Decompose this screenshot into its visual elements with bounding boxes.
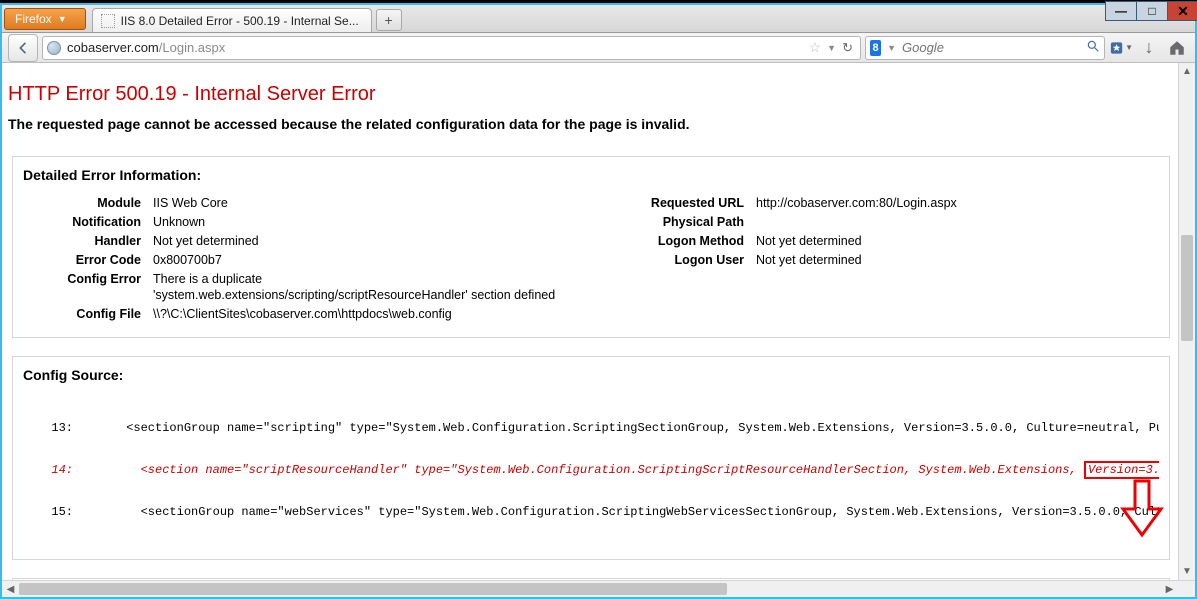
value-notification: Unknown xyxy=(153,214,576,231)
downloads-button[interactable]: ↓ xyxy=(1137,36,1161,60)
window-minimize-button[interactable]: — xyxy=(1105,1,1137,21)
chevron-down-icon: ▼ xyxy=(58,14,67,24)
config-source-heading: Config Source: xyxy=(23,367,1159,383)
search-box[interactable]: 8 ▼ xyxy=(865,36,1105,60)
scroll-down-button[interactable]: ▼ xyxy=(1179,563,1195,580)
value-config-file: \\?\C:\ClientSites\cobaserver.com\httpdo… xyxy=(153,306,576,323)
value-handler: Not yet determined xyxy=(153,233,576,250)
scroll-up-button[interactable]: ▲ xyxy=(1179,63,1195,80)
vertical-scrollbar[interactable]: ▲ ▼ xyxy=(1178,63,1195,580)
value-module: IIS Web Core xyxy=(153,195,576,212)
search-icon[interactable] xyxy=(1086,39,1100,56)
window-maximize-button[interactable]: □ xyxy=(1136,1,1168,21)
scroll-left-button[interactable]: ◀ xyxy=(2,581,19,597)
label-physical-path: Physical Path xyxy=(606,214,756,231)
scroll-corner xyxy=(1178,581,1195,597)
search-input[interactable] xyxy=(900,39,1082,56)
scroll-thumb[interactable] xyxy=(19,583,727,595)
src-line-number: 15: xyxy=(23,505,83,519)
value-error-code: 0x800700b7 xyxy=(153,252,576,269)
home-button[interactable] xyxy=(1165,36,1189,60)
new-tab-button[interactable]: + xyxy=(376,9,402,31)
back-button[interactable] xyxy=(8,34,38,62)
label-logon-user: Logon User xyxy=(606,252,756,269)
src-line-15: <sectionGroup name="webServices" type="S… xyxy=(83,505,1159,519)
value-requested-url: http://cobaserver.com:80/Login.aspx xyxy=(756,195,1159,212)
arrow-left-icon xyxy=(15,40,31,56)
scroll-right-button[interactable]: ▶ xyxy=(1161,581,1178,597)
horizontal-scrollbar[interactable]: ◀ ▶ xyxy=(2,580,1195,597)
url-path: /Login.aspx xyxy=(159,40,226,55)
url-bar[interactable]: cobaserver.com/Login.aspx ☆ ▼ ↻ xyxy=(42,36,861,60)
globe-icon xyxy=(47,41,61,55)
browser-tab[interactable]: IIS 8.0 Detailed Error - 500.19 - Intern… xyxy=(92,8,372,32)
label-config-file: Config File xyxy=(23,306,153,323)
label-config-error: Config Error xyxy=(23,271,153,305)
url-host: cobaserver.com xyxy=(67,40,159,55)
window-close-button[interactable]: ✕ xyxy=(1167,1,1197,21)
highlighted-version: Version=3.5.0.0, xyxy=(1084,461,1159,479)
tab-strip: Firefox ▼ IIS 8.0 Detailed Error - 500.1… xyxy=(2,5,1195,33)
page-content: HTTP Error 500.19 - Internal Server Erro… xyxy=(2,63,1178,580)
src-line-number: 13: xyxy=(23,421,83,435)
bookmarks-menu-button[interactable]: ▼ xyxy=(1109,36,1133,60)
src-line-14: <section name="scriptResourceHandler" ty… xyxy=(83,463,1159,477)
label-notification: Notification xyxy=(23,214,153,231)
value-physical-path xyxy=(756,214,1159,231)
label-requested-url: Requested URL xyxy=(606,195,756,212)
value-logon-user: Not yet determined xyxy=(756,252,1159,269)
bookmark-star-icon[interactable]: ☆ xyxy=(809,39,822,56)
label-handler: Handler xyxy=(23,233,153,250)
error-heading: HTTP Error 500.19 - Internal Server Erro… xyxy=(8,83,1174,106)
detailed-error-heading: Detailed Error Information: xyxy=(23,167,1159,183)
label-logon-method: Logon Method xyxy=(606,233,756,250)
src-line-number: 14: xyxy=(23,463,83,477)
src-line-13: <sectionGroup name="scripting" type="Sys… xyxy=(83,421,1159,435)
url-dropdown-icon[interactable]: ▼ xyxy=(827,43,836,53)
tab-favicon-icon xyxy=(101,14,115,28)
value-config-error: There is a duplicate 'system.web.extensi… xyxy=(153,271,576,305)
search-engine-dropdown-icon[interactable]: ▼ xyxy=(887,43,896,53)
detailed-error-panel: Detailed Error Information: ModuleIIS We… xyxy=(12,156,1170,338)
value-logon-method: Not yet determined xyxy=(756,233,1159,250)
config-source-panel: Config Source: 13: <sectionGroup name="s… xyxy=(12,356,1170,560)
label-module: Module xyxy=(23,195,153,212)
firefox-menu-label: Firefox xyxy=(15,12,52,26)
firefox-menu-button[interactable]: Firefox ▼ xyxy=(4,8,86,30)
tab-title: IIS 8.0 Detailed Error - 500.19 - Intern… xyxy=(121,14,359,28)
label-error-code: Error Code xyxy=(23,252,153,269)
search-engine-icon: 8 xyxy=(870,40,881,56)
chevron-down-icon: ▼ xyxy=(1125,43,1133,52)
error-subheading: The requested page cannot be accessed be… xyxy=(8,116,1174,132)
scroll-thumb[interactable] xyxy=(1181,235,1193,341)
reload-icon[interactable]: ↻ xyxy=(842,40,853,56)
nav-toolbar: cobaserver.com/Login.aspx ☆ ▼ ↻ 8 ▼ ▼ ↓ xyxy=(2,33,1195,63)
url-text: cobaserver.com/Login.aspx xyxy=(67,40,806,55)
